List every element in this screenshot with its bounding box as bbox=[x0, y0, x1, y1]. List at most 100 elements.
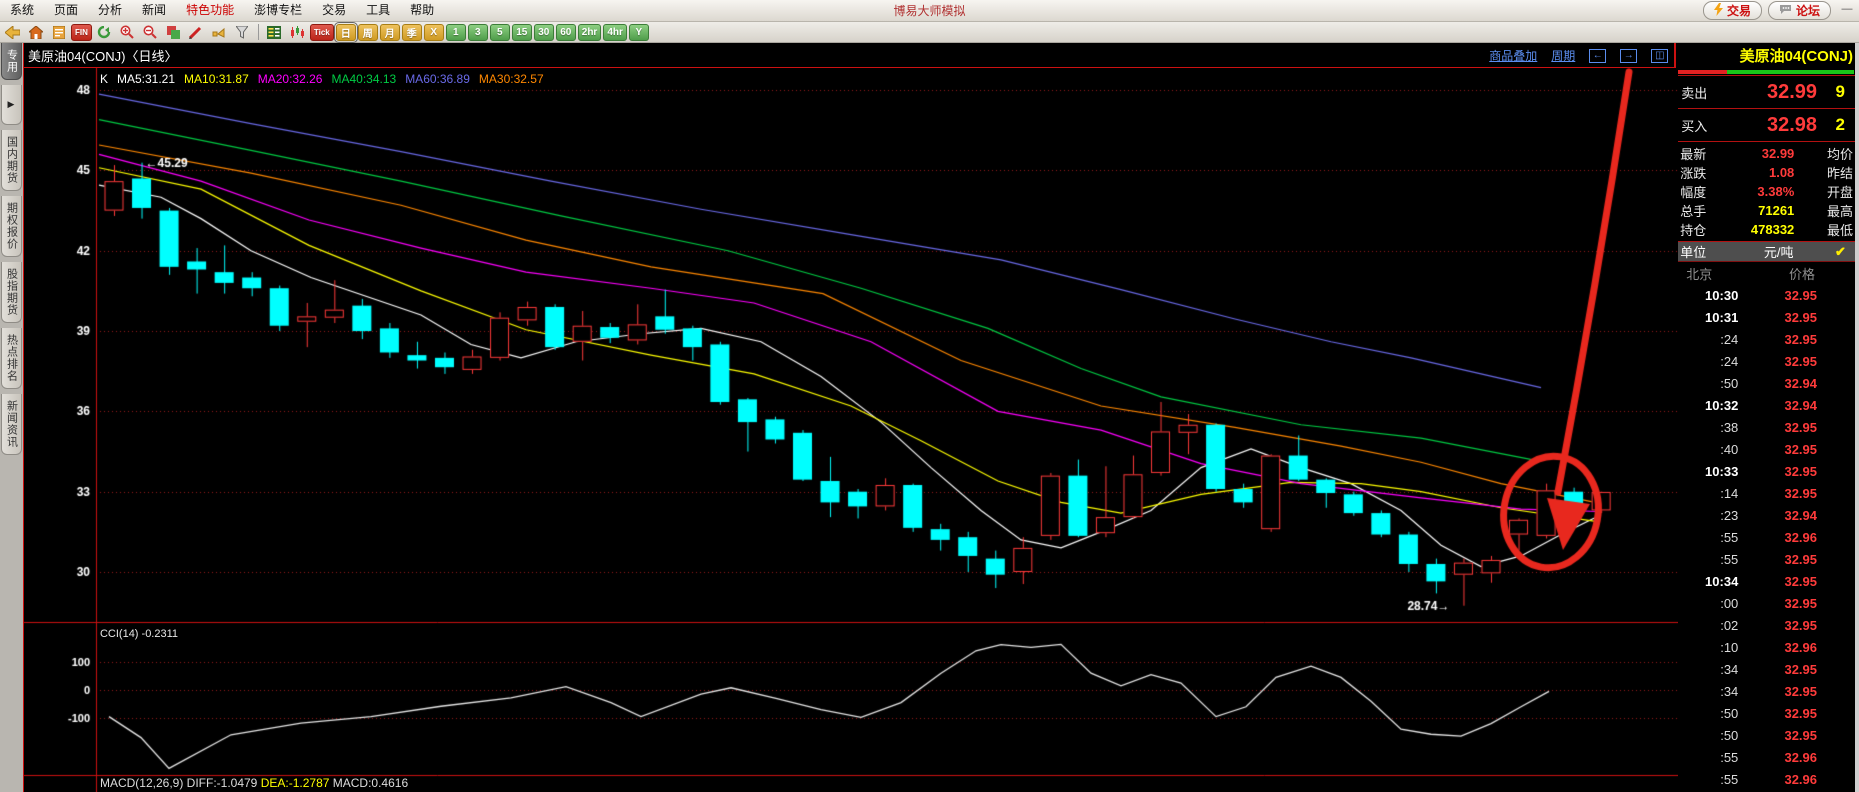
prev-window-icon[interactable]: ← bbox=[1589, 49, 1606, 63]
menu-item-帮助[interactable]: 帮助 bbox=[400, 0, 444, 21]
menu-item-特色功能[interactable]: 特色功能 bbox=[176, 0, 244, 21]
overlay-link[interactable]: 商品叠加 bbox=[1489, 47, 1537, 64]
scrollbar[interactable] bbox=[1855, 43, 1859, 792]
tick-row[interactable]: :2432.95 bbox=[1676, 350, 1855, 372]
overlay-icon[interactable] bbox=[163, 23, 184, 41]
quote-info-row-幅度: 幅度3.38%开盘 bbox=[1676, 182, 1855, 201]
buy-sell-ratio-bar bbox=[1676, 68, 1855, 75]
menu-item-系统[interactable]: 系统 bbox=[0, 0, 44, 21]
tick-row[interactable]: :0232.95 bbox=[1676, 614, 1855, 636]
home-icon[interactable] bbox=[25, 23, 46, 41]
bid-row[interactable]: 买入 32.98 2 bbox=[1676, 108, 1855, 141]
tick-row[interactable]: :5532.95 bbox=[1676, 548, 1855, 570]
zoom-out-icon[interactable] bbox=[140, 23, 161, 41]
period-button-60[interactable]: 60 bbox=[556, 24, 576, 41]
quote-info-grid: 最新32.99均价涨跌1.08昨结幅度3.38%开盘总手71261最高持仓478… bbox=[1676, 141, 1855, 239]
tick-row[interactable]: :0032.95 bbox=[1676, 592, 1855, 614]
sidebar-tab-新闻资讯[interactable]: 新闻资讯 bbox=[1, 394, 22, 455]
period-button-4hr[interactable]: 4hr bbox=[603, 24, 627, 41]
quote-info-row-涨跌: 涨跌1.08昨结 bbox=[1676, 163, 1855, 182]
trade-button[interactable]: 交易 bbox=[1703, 1, 1762, 20]
tick-row[interactable]: :5532.96 bbox=[1676, 746, 1855, 768]
tick-period-button[interactable]: Tick bbox=[310, 24, 334, 41]
sidebar-tab-期权报价[interactable]: 期权报价 bbox=[1, 196, 22, 257]
period-button-30[interactable]: 30 bbox=[534, 24, 554, 41]
tick-row[interactable]: :5032.95 bbox=[1676, 724, 1855, 746]
ma-legend-MA20: MA20:32.26 bbox=[258, 72, 323, 86]
cci-indicator-label: CCI(14) -0.2311 bbox=[100, 628, 178, 640]
quote-info-row-总手: 总手71261最高 bbox=[1676, 201, 1855, 220]
tick-row[interactable]: :3432.95 bbox=[1676, 680, 1855, 702]
tick-row[interactable]: :2332.94 bbox=[1676, 504, 1855, 526]
tick-list-header: 北京 价格 bbox=[1676, 262, 1855, 284]
tick-row[interactable]: :1032.96 bbox=[1676, 636, 1855, 658]
menu-item-澎博专栏[interactable]: 澎博专栏 bbox=[244, 0, 312, 21]
ask-row[interactable]: 卖出 32.99 9 bbox=[1676, 75, 1855, 108]
period-link[interactable]: 周期 bbox=[1551, 47, 1575, 64]
period-button-X[interactable]: X bbox=[424, 24, 444, 41]
tick-row[interactable]: :5032.94 bbox=[1676, 372, 1855, 394]
menu-item-工具[interactable]: 工具 bbox=[356, 0, 400, 21]
toolbar: FIN Tick日周月季X1351530602hr4hrY bbox=[0, 22, 1859, 43]
tick-row[interactable]: 10:3332.95 bbox=[1676, 460, 1855, 482]
forum-button[interactable]: 论坛 bbox=[1768, 1, 1831, 20]
period-button-3[interactable]: 3 bbox=[468, 24, 488, 41]
tick-row[interactable]: 10:3432.95 bbox=[1676, 570, 1855, 592]
menu-item-新闻[interactable]: 新闻 bbox=[132, 0, 176, 21]
period-button-周[interactable]: 周 bbox=[358, 24, 378, 41]
tick-row[interactable]: :3432.95 bbox=[1676, 658, 1855, 680]
zoom-in-icon[interactable] bbox=[117, 23, 138, 41]
chart-column: 美原油04(CONJ)〈日线〉 商品叠加 周期 ← → ◫ KMA5:31.21… bbox=[23, 43, 1674, 792]
unit-row[interactable]: 单位 元/吨 ✔ bbox=[1676, 241, 1855, 262]
draw-pencil-icon[interactable] bbox=[186, 23, 207, 41]
minimize-button[interactable]: — bbox=[1839, 4, 1855, 17]
tick-row[interactable]: 10:3232.94 bbox=[1676, 394, 1855, 416]
sidebar-tab-expand[interactable]: ▶ bbox=[1, 85, 22, 125]
ma-legend-MA40: MA40:34.13 bbox=[331, 72, 396, 86]
period-button-Y[interactable]: Y bbox=[629, 24, 649, 41]
period-button-日[interactable]: 日 bbox=[336, 24, 356, 41]
period-button-2hr[interactable]: 2hr bbox=[578, 24, 602, 41]
menu-item-页面[interactable]: 页面 bbox=[44, 0, 88, 21]
next-window-icon[interactable]: → bbox=[1620, 49, 1637, 63]
sidebar-tab-国内期货[interactable]: 国内期货 bbox=[1, 130, 22, 191]
paint-horn-icon[interactable] bbox=[209, 23, 230, 41]
tick-row[interactable]: :4032.95 bbox=[1676, 438, 1855, 460]
chart-title: 美原油04(CONJ)〈日线〉 bbox=[28, 46, 178, 65]
period-button-15[interactable]: 15 bbox=[512, 24, 532, 41]
bid-volume: 2 bbox=[1817, 115, 1855, 135]
check-icon: ✔ bbox=[1835, 244, 1855, 260]
sidebar-tab-热点排名[interactable]: 热点排名 bbox=[1, 328, 22, 389]
period-button-月[interactable]: 月 bbox=[380, 24, 400, 41]
period-button-季[interactable]: 季 bbox=[402, 24, 422, 41]
sidebar-tab-专用[interactable]: 专用 bbox=[1, 43, 22, 80]
quote-table-icon[interactable] bbox=[264, 23, 285, 41]
chat-bubble-icon bbox=[1779, 4, 1792, 18]
refresh-icon[interactable] bbox=[94, 23, 115, 41]
tick-list[interactable]: 10:3032.9510:3132.95:2432.95:2432.95:503… bbox=[1676, 284, 1855, 792]
tick-row[interactable]: :5032.95 bbox=[1676, 702, 1855, 724]
tick-row[interactable]: :1432.95 bbox=[1676, 482, 1855, 504]
quote-title: 美原油04(CONJ) bbox=[1676, 43, 1855, 68]
tick-row[interactable]: :2432.95 bbox=[1676, 328, 1855, 350]
ma-legend-MA10: MA10:31.87 bbox=[184, 72, 249, 86]
tick-row[interactable]: :5532.96 bbox=[1676, 526, 1855, 548]
menu-item-交易[interactable]: 交易 bbox=[312, 0, 356, 21]
period-button-5[interactable]: 5 bbox=[490, 24, 510, 41]
tick-row[interactable]: 10:3132.95 bbox=[1676, 306, 1855, 328]
split-window-icon[interactable]: ◫ bbox=[1651, 49, 1668, 63]
macd-indicator-label: MACD(12,26,9) DIFF:-1.0479 DEA:-1.2787 M… bbox=[100, 776, 408, 790]
tick-row[interactable]: :3832.95 bbox=[1676, 416, 1855, 438]
candlestick-chart[interactable] bbox=[24, 68, 1678, 792]
tick-row[interactable]: :5532.96 bbox=[1676, 768, 1855, 790]
back-icon[interactable] bbox=[2, 23, 23, 41]
sidebar-tab-股指期货[interactable]: 股指期货 bbox=[1, 262, 22, 323]
tick-row[interactable]: 10:3032.95 bbox=[1676, 284, 1855, 306]
news-page-icon[interactable] bbox=[48, 23, 69, 41]
filter-funnel-icon[interactable] bbox=[232, 23, 253, 41]
kline-chart-icon[interactable] bbox=[287, 23, 308, 41]
period-button-1[interactable]: 1 bbox=[446, 24, 466, 41]
fin-button[interactable]: FIN bbox=[71, 24, 92, 41]
menu-item-分析[interactable]: 分析 bbox=[88, 0, 132, 21]
ask-volume: 9 bbox=[1817, 82, 1855, 102]
